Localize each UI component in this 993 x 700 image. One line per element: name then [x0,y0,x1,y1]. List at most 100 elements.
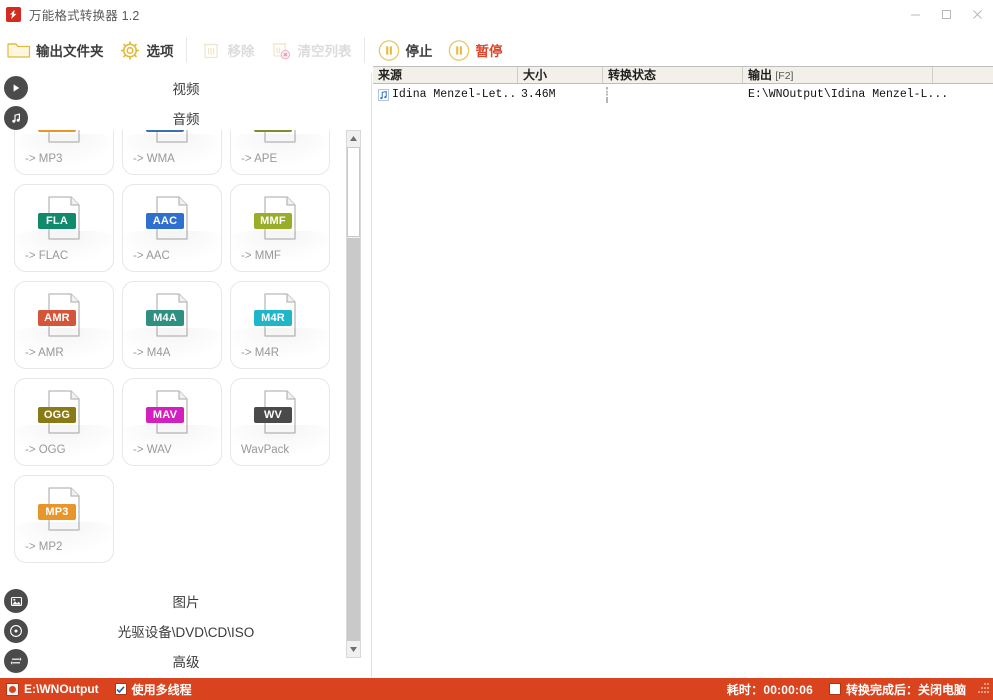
pause-label: 暂停 [476,40,503,60]
column-header-filler [933,67,992,83]
format-badge: M4R [254,310,292,326]
format-badge: AAC [146,213,184,229]
resize-grip-icon[interactable] [974,681,990,697]
document-icon: AAC [153,195,191,241]
format-tile[interactable]: WMA -> WMA [122,130,222,175]
document-icon: FLA [45,195,83,241]
list-header-row: 来源 大小 转换状态 输出 [F2] [373,66,993,84]
format-badge: MP3 [38,130,76,132]
elapsed-time-label: 耗时：00:00:06 [727,681,813,698]
format-tile[interactable]: M4R -> M4R [230,281,330,369]
column-header-source[interactable]: 来源 [373,67,518,83]
column-header-size[interactable]: 大小 [518,67,603,83]
column-header-output-label: 输出 [748,68,772,82]
format-badge: AMR [38,310,76,326]
format-tile[interactable]: APE-> APE [230,130,330,175]
trash-icon [198,37,224,63]
checkbox-checked-icon [115,683,127,695]
sidebar-item-pictures[interactable]: 图片 [0,586,372,616]
row-source-cell: Idina Menzel-Let... [373,88,518,101]
image-icon [4,589,28,613]
options-label: 选项 [147,40,174,60]
document-icon: MP3 [45,130,83,144]
format-tile[interactable]: WVWavPack [230,378,330,466]
shutdown-after-label: 转换完成后：关闭电脑 [846,681,966,698]
format-grid: MP3-> MP3 WMA -> WMA APE-> APE FLA -> FLAC AAC… [14,130,344,572]
audio-file-icon [378,89,389,101]
sidebar-top-categories: 视频 音频 [0,73,372,133]
row-size-cell: 3.46M [518,88,603,101]
sidebar-item-pictures-label: 图片 [0,591,372,611]
format-tile-label: -> WMA [133,153,175,165]
column-header-status[interactable]: 转换状态 [603,67,743,83]
format-badge: MAV [146,407,184,423]
format-tile[interactable]: MP3 -> MP2 [14,475,114,563]
progress-bar: 90% [606,87,608,103]
gear-icon [117,37,143,63]
music-note-icon [4,106,28,130]
minimize-icon[interactable] [900,0,931,28]
format-tile-label: -> AAC [133,250,170,262]
format-badge: WMA [146,130,184,132]
sidebar-item-audio[interactable]: 音频 [0,103,372,133]
column-header-output-fkey: [F2] [775,70,793,82]
scrollbar-thumb[interactable] [347,147,360,237]
sidebar-bottom-categories: 图片 光驱设备\DVD\CD\ISO 高级 [0,586,372,678]
output-folder-icon [6,683,19,696]
format-tile[interactable]: MP3-> MP3 [14,130,114,175]
document-icon: WMA [153,130,191,144]
document-icon: MMF [261,195,299,241]
format-badge: FLA [38,213,76,229]
column-header-output[interactable]: 输出 [F2] [743,67,933,83]
status-output-dir[interactable]: E:\WNOutput [6,682,99,696]
format-badge: MP3 [38,504,76,520]
sidebar-item-audio-label: 音频 [0,108,372,128]
scrollbar-track[interactable] [347,238,360,641]
checkbox-unchecked-icon [829,683,841,695]
clear-list-button[interactable]: 清空列表 [262,28,359,73]
document-icon: OGG [45,389,83,435]
format-tile[interactable]: OGG-> OGG [14,378,114,466]
document-icon: AMR [45,292,83,338]
format-tile[interactable]: MAV-> WAV [122,378,222,466]
clear-list-label: 清空列表 [298,40,352,60]
format-list-scrollbar[interactable] [346,130,361,658]
conversion-list-panel: 来源 大小 转换状态 输出 [F2] Idina Menzel-Let...3.… [373,66,993,678]
list-rows: Idina Menzel-Let...3.46M90%E:\WNOutput\I… [373,84,993,105]
format-tile[interactable]: MMF-> MMF [230,184,330,272]
shutdown-after-checkbox[interactable]: 转换完成后：关闭电脑 [829,681,966,698]
options-button[interactable]: 选项 [111,28,181,73]
sidebar-item-optical-drive-label: 光驱设备\DVD\CD\ISO [0,621,372,641]
disc-icon [4,619,28,643]
row-status-cell: 90% [603,88,743,102]
sidebar-item-video-label: 视频 [0,78,372,98]
format-tile-label: -> M4R [241,347,279,359]
format-tile-label: -> APE [241,153,277,165]
format-badge: MMF [254,213,292,229]
scroll-up-arrow-icon[interactable] [347,131,360,146]
pause-icon [446,37,472,63]
table-row[interactable]: Idina Menzel-Let...3.46M90%E:\WNOutput\I… [373,84,993,105]
format-tile[interactable]: AAC -> AAC [122,184,222,272]
toolbar-divider-2 [364,37,365,63]
close-icon[interactable] [962,0,993,28]
document-icon: MP3 [45,486,83,532]
multithread-checkbox[interactable]: 使用多线程 [115,681,192,698]
multithread-label: 使用多线程 [132,681,192,698]
format-tile-label: -> AMR [25,347,64,359]
status-output-dir-label: E:\WNOutput [24,682,99,696]
maximize-icon[interactable] [931,0,962,28]
sidebar-item-advanced-label: 高级 [0,651,372,671]
document-icon: WV [261,389,299,435]
sidebar-item-advanced[interactable]: 高级 [0,646,372,676]
format-tile-label: -> MP2 [25,541,62,553]
format-tile[interactable]: AMR -> AMR [14,281,114,369]
format-tile-label: -> FLAC [25,250,68,262]
format-tile[interactable]: M4A-> M4A [122,281,222,369]
remove-button[interactable]: 移除 [192,28,262,73]
sidebar: 视频 音频 MP3-> MP3 WMA -> WMA APE-> APE FLA -> F… [0,73,372,678]
sidebar-item-video[interactable]: 视频 [0,73,372,103]
format-tile[interactable]: FLA -> FLAC [14,184,114,272]
output-folder-button[interactable]: 输出文件夹 [0,28,111,73]
sidebar-item-optical-drive[interactable]: 光驱设备\DVD\CD\ISO [0,616,372,646]
